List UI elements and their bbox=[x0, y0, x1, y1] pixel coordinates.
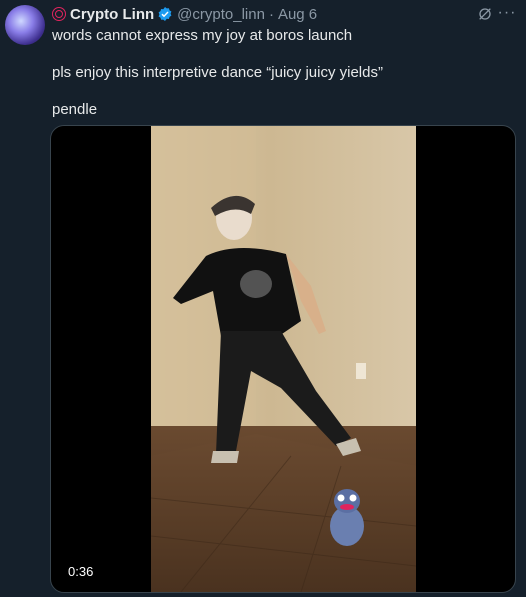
verified-badge-icon bbox=[157, 6, 173, 22]
tweet-paragraph: words cannot express my joy at boros lau… bbox=[52, 27, 353, 44]
tweet-paragraph: pls enjoy this interpretive dance “juicy… bbox=[52, 64, 383, 81]
video-duration: 0:36 bbox=[61, 561, 101, 582]
video-player[interactable]: 0:36 bbox=[50, 125, 516, 593]
separator-dot: · bbox=[268, 5, 274, 23]
tweet-date[interactable]: Aug 6 bbox=[278, 6, 317, 23]
author-name[interactable]: Crypto Linn bbox=[70, 6, 154, 23]
more-options-icon[interactable]: ··· bbox=[498, 4, 516, 22]
tweet-paragraph: pendle bbox=[52, 101, 98, 118]
author-handle[interactable]: @crypto_linn bbox=[177, 6, 265, 23]
tweet-text: words cannot express my joy at boros lau… bbox=[52, 26, 512, 137]
grok-icon[interactable] bbox=[476, 5, 494, 23]
brand-circle-icon bbox=[52, 7, 66, 21]
tweet-header: Crypto Linn @crypto_linn · Aug 6 bbox=[52, 5, 317, 23]
avatar[interactable] bbox=[5, 5, 45, 45]
video-frame bbox=[151, 126, 416, 592]
